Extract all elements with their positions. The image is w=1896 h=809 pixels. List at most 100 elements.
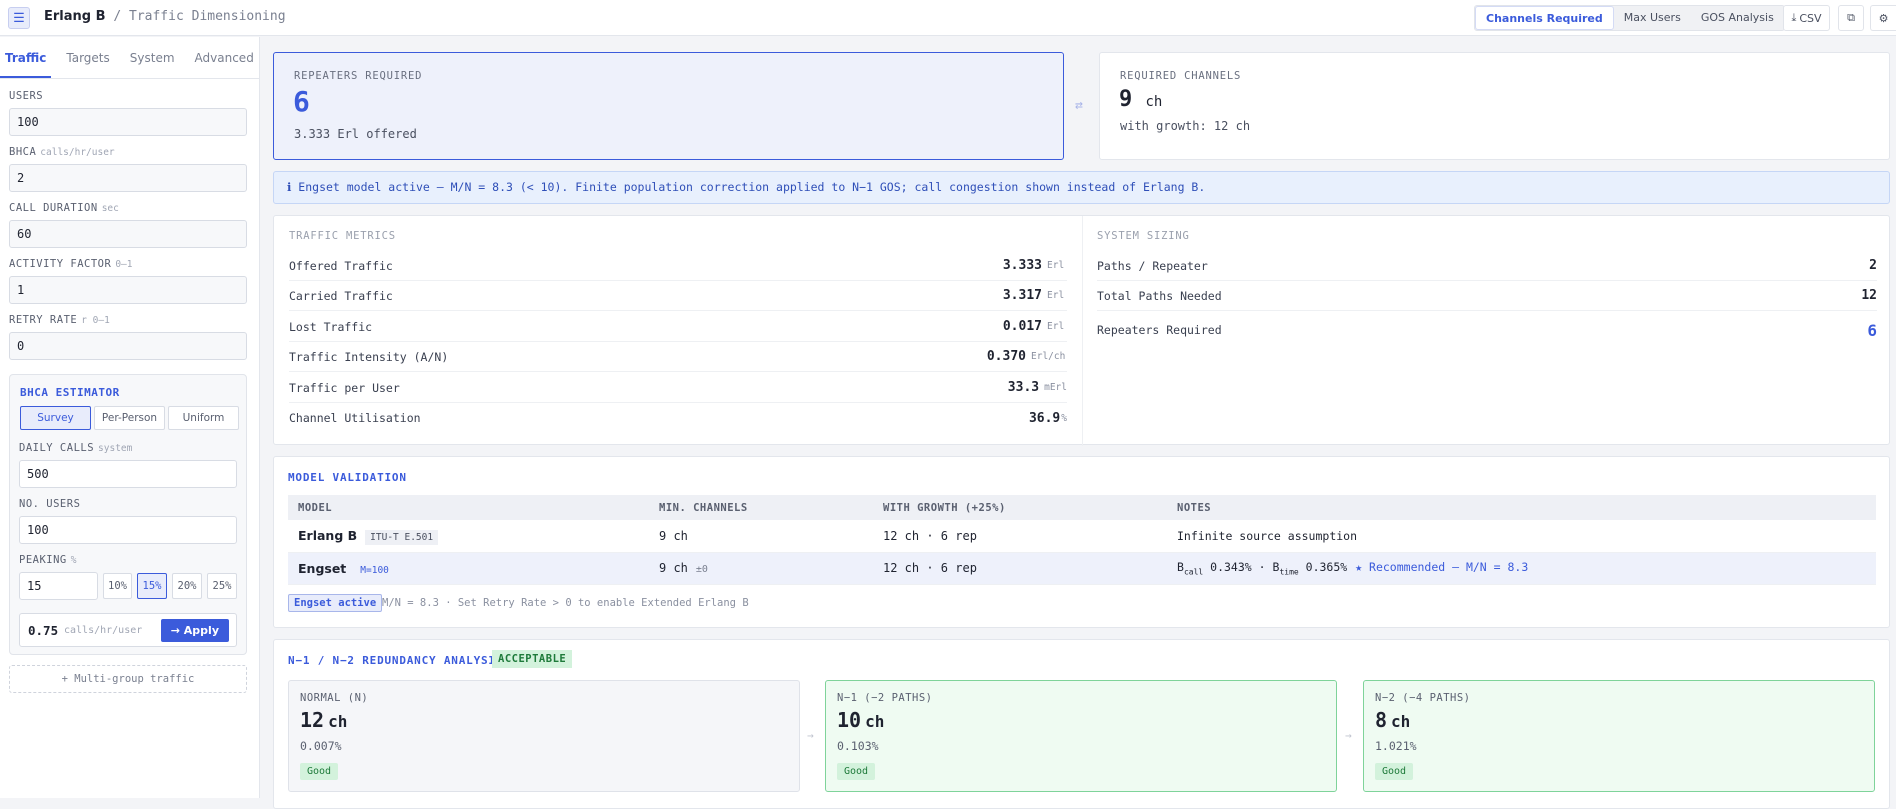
model-cell: Engset M=100 (288, 552, 649, 585)
sizing-row: Paths / Repeater 2 (1097, 251, 1877, 281)
copy-button[interactable]: ⧉ (1838, 5, 1864, 31)
download-icon: ⤓ (1791, 11, 1797, 24)
peak-option-15[interactable]: 15% (137, 573, 167, 599)
redundancy-value: 8 (1375, 708, 1388, 732)
channels-label: REQUIRED CHANNELS (1120, 70, 1242, 82)
min-channels-delta: ±0 (695, 564, 708, 575)
channels-value-wrap: 9 ch (1119, 87, 1162, 112)
mode-channels-required[interactable]: Channels Required (1475, 6, 1614, 30)
redundancy-unit: ch (1391, 712, 1411, 731)
call-duration-input[interactable]: 60 (9, 220, 247, 248)
b-call-value: 0.343% (1210, 559, 1252, 574)
estimator-mode-per-person[interactable]: Per-Person (94, 406, 165, 430)
metric-value: 0.370 (986, 349, 1026, 364)
model-tag: M=100 (360, 564, 389, 576)
daily-calls-unit: system (98, 443, 133, 454)
metric-unit: Erl/ch (1031, 351, 1066, 362)
metric-row: Lost Traffic 0.017 Erl (289, 312, 1067, 342)
model-validation-title: MODEL VALIDATION (288, 471, 407, 484)
metric-label: Traffic per User (289, 380, 400, 395)
mode-switcher: Channels Required Max Users GOS Analysis (1474, 5, 1785, 31)
tab-traffic[interactable]: Traffic (0, 37, 52, 78)
metric-row: Channel Utilisation 36.9% (289, 403, 1067, 433)
estimator-mode-switch: Survey Per-Person Uniform (20, 406, 239, 430)
tab-targets[interactable]: Targets (61, 37, 114, 78)
notes-cell: Bcall 0.343% · Btime 0.365% ★ Recommended… (1167, 552, 1876, 585)
bhca-input[interactable]: 2 (9, 164, 247, 192)
peaking-input[interactable]: 15 (19, 572, 98, 600)
sizing-label: Total Paths Needed (1097, 288, 1222, 303)
estimator-mode-survey[interactable]: Survey (20, 406, 91, 430)
users-input[interactable]: 100 (9, 108, 247, 136)
menu-icon[interactable]: ☰ (8, 7, 30, 29)
model-tag: ITU-T E.501 (365, 530, 439, 546)
redundancy-n2: N−2 (−4 PATHS) 8 ch 1.021% Good (1363, 680, 1875, 792)
arrow-right-icon: → (1345, 729, 1352, 742)
redundancy-normal: NORMAL (N) 12 ch 0.007% Good (288, 680, 800, 792)
metric-unit: % (1061, 412, 1067, 424)
csv-export-button[interactable]: ⤓ CSV (1783, 5, 1830, 31)
table-header-row: MODEL MIN. CHANNELS WITH GROWTH (+25%) N… (288, 495, 1876, 520)
redundancy-value: 12 (300, 708, 325, 732)
system-sizing-title: SYSTEM SIZING (1097, 230, 1190, 242)
repeaters-card: REPEATERS REQUIRED 6 3.333 Erl offered (273, 52, 1064, 160)
redundancy-unit: ch (328, 712, 348, 731)
top-bar: ☰ Erlang B / Traffic Dimensioning Channe… (0, 0, 1896, 36)
estimator-result-unit: calls/hr/user (64, 625, 143, 636)
copy-icon: ⧉ (1847, 11, 1855, 24)
tab-advanced[interactable]: Advanced (190, 37, 259, 78)
estimator-mode-uniform[interactable]: Uniform (168, 406, 239, 430)
call-duration-unit: sec (101, 203, 119, 214)
validation-footer-note: M/N = 8.3 · Set Retry Rate > 0 to enable… (382, 597, 749, 609)
app-name: Erlang B (44, 9, 106, 24)
page-subtitle: Traffic Dimensioning (129, 9, 286, 24)
engset-active-badge: Engset active (288, 594, 383, 612)
daily-calls-input[interactable]: 500 (19, 460, 237, 488)
redundancy-value-wrap: 8 ch (1375, 708, 1410, 732)
redundancy-status-badge: ACCEPTABLE (492, 650, 573, 668)
b-call-symbol: B (1177, 559, 1184, 574)
redundancy-title: N−1 / N−2 REDUNDANCY ANALYSIS (288, 654, 504, 667)
page-title: Erlang B / Traffic Dimensioning (44, 9, 286, 24)
retry-rate-input[interactable]: 0 (9, 332, 247, 360)
sizing-label: Repeaters Required (1097, 323, 1222, 337)
peaking-label: PEAKING (19, 554, 67, 566)
settings-button[interactable]: ⚙ (1870, 5, 1896, 31)
peaking-unit: % (70, 555, 77, 566)
metric-label: Traffic Intensity (A/N) (289, 349, 449, 364)
apply-button[interactable]: → Apply (160, 619, 229, 642)
model-table: MODEL MIN. CHANNELS WITH GROWTH (+25%) N… (288, 495, 1876, 585)
csv-label: CSV (1799, 11, 1822, 25)
metric-label: Carried Traffic (289, 288, 393, 303)
title-separator: / (105, 9, 129, 24)
num-users-input[interactable]: 100 (19, 516, 237, 544)
multi-group-button[interactable]: + Multi-group traffic (9, 665, 247, 693)
sizing-row: Total Paths Needed 12 (1097, 281, 1877, 311)
redundancy-gos: 0.007% (300, 739, 342, 753)
redundancy-unit: ch (865, 712, 885, 731)
metric-row: Carried Traffic 3.317 Erl (289, 281, 1067, 311)
peak-option-20[interactable]: 20% (172, 573, 202, 599)
redundancy-label: N−2 (−4 PATHS) (1375, 692, 1471, 704)
metric-unit: Erl (1047, 290, 1065, 301)
col-model: MODEL (288, 495, 649, 520)
peak-option-10[interactable]: 10% (103, 573, 132, 599)
retry-rate-label: RETRY RATE (9, 314, 78, 326)
retry-rate-unit: r 0–1 (81, 315, 110, 326)
metric-unit: Erl (1047, 260, 1065, 271)
redundancy-badge: Good (1375, 763, 1414, 780)
peak-option-25[interactable]: 25% (207, 573, 237, 599)
activity-factor-input[interactable]: 1 (9, 276, 247, 304)
redundancy-label: NORMAL (N) (300, 692, 369, 704)
mode-max-users[interactable]: Max Users (1614, 6, 1691, 30)
col-min-channels: MIN. CHANNELS (649, 495, 873, 520)
redundancy-badge: Good (300, 763, 339, 780)
mode-gos-analysis[interactable]: GOS Analysis (1691, 6, 1784, 30)
redundancy-value-wrap: 10 ch (837, 708, 884, 732)
redundancy-badge: Good (837, 763, 876, 780)
sidebar-tabs: Traffic Targets System Advanced (0, 37, 259, 79)
retry-rate-field: RETRY RATE r 0–1 0 (9, 314, 247, 360)
col-with-growth: WITH GROWTH (+25%) (873, 495, 1167, 520)
metric-row: Traffic Intensity (A/N) 0.370 Erl/ch (289, 342, 1067, 372)
tab-system[interactable]: System (125, 37, 180, 78)
